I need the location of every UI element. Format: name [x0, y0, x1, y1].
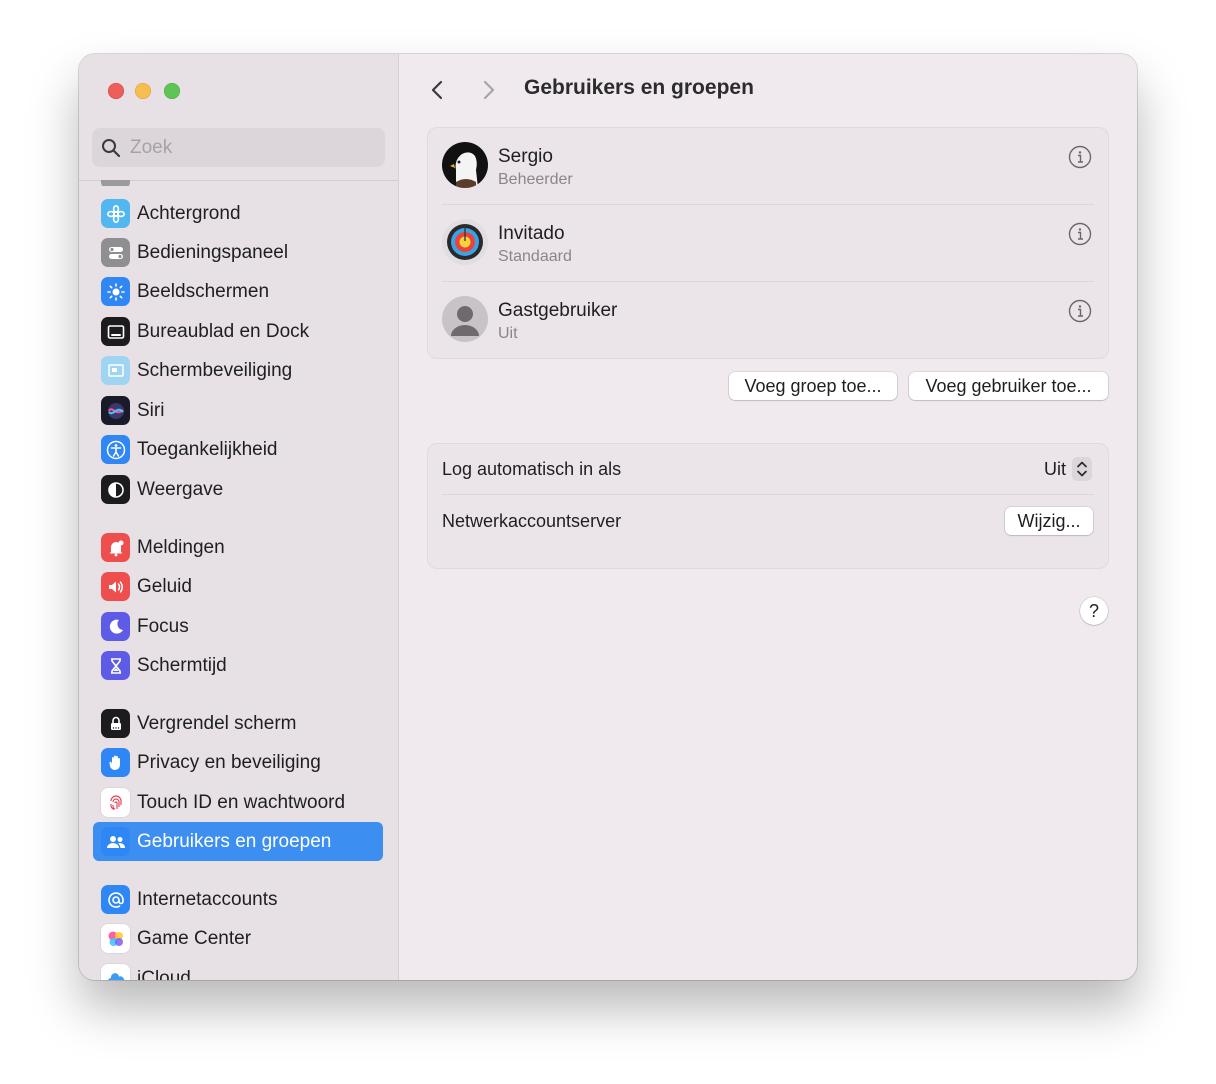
- appearance-icon: [101, 475, 130, 504]
- sidebar-item-geluid[interactable]: Geluid: [93, 567, 383, 606]
- search-icon: [102, 139, 121, 158]
- sidebar-item-beeldschermen[interactable]: Beeldschermen: [93, 272, 383, 311]
- auto-login-popup[interactable]: Uit: [1044, 456, 1092, 482]
- change-server-button[interactable]: Wijzig...: [1005, 507, 1093, 535]
- sidebar-item-label: Game Center: [137, 927, 252, 949]
- sidebar-item-label: Toegankelijkheid: [137, 438, 278, 460]
- screen-saver-icon: [101, 356, 130, 385]
- at-sign-icon: [101, 885, 130, 914]
- sidebar-item-label: Siri: [137, 399, 165, 421]
- hourglass-icon: [101, 651, 130, 680]
- sidebar-item-bedieningspaneel[interactable]: Bedieningspaneel: [93, 233, 383, 272]
- sidebar-item-label: Vergrendel scherm: [137, 712, 297, 734]
- minimize-window-button[interactable]: [135, 83, 151, 99]
- sidebar-item-game-center[interactable]: Game Center: [93, 919, 383, 958]
- game-center-icon: [101, 924, 130, 953]
- person-silhouette-avatar: [442, 296, 488, 342]
- sidebar-item-label: Bureaublad en Dock: [137, 320, 310, 342]
- user-name: Invitado: [498, 223, 565, 244]
- sidebar-item-label: Beeldschermen: [137, 280, 270, 302]
- sidebar-item-schermtijd[interactable]: Schermtijd: [93, 646, 383, 685]
- network-server-label: Netwerkaccountserver: [442, 511, 622, 531]
- sidebar-item-gebruikers-groepen[interactable]: Gebruikers en groepen: [93, 822, 383, 861]
- sidebar-item-internetaccounts[interactable]: Internetaccounts: [93, 880, 383, 919]
- search-field[interactable]: Zoek: [92, 128, 385, 167]
- user-row-invitado[interactable]: Invitado Standaard: [428, 205, 1108, 282]
- siri-icon: [101, 396, 130, 425]
- sidebar-item-label: Privacy en beveiliging: [137, 751, 321, 773]
- maximize-window-button[interactable]: [164, 83, 180, 99]
- displays-icon: [101, 277, 130, 306]
- icloud-icon: [101, 964, 130, 980]
- sidebar-item-label: Meldingen: [137, 536, 225, 558]
- user-row-gastgebruiker[interactable]: Gastgebruiker Uit: [428, 282, 1108, 359]
- sidebar-item-toegankelijkheid[interactable]: Toegankelijkheid: [93, 430, 383, 469]
- sidebar-item-label: Weergave: [137, 478, 224, 500]
- search-placeholder: Zoek: [130, 137, 173, 158]
- auto-login-label: Log automatisch in als: [442, 459, 622, 479]
- user-row-sergio[interactable]: Sergio Beheerder: [428, 128, 1108, 205]
- forward-arrow-icon[interactable]: [477, 78, 499, 102]
- add-group-button[interactable]: Voeg groep toe...: [729, 372, 897, 400]
- sidebar-item-schermbeveiliging[interactable]: Schermbeveiliging: [93, 351, 383, 390]
- sidebar-item-touch-id[interactable]: Touch ID en wachtwoord: [93, 783, 383, 822]
- auto-login-value: Uit: [1044, 458, 1066, 479]
- user-name: Gastgebruiker: [498, 300, 618, 321]
- lock-screen-icon: [101, 709, 130, 738]
- user-role: Standaard: [498, 248, 572, 265]
- sidebar-item-label: Bedieningspaneel: [137, 241, 289, 263]
- users-list: Sergio Beheerder Invitado Standaard Gast…: [427, 127, 1109, 359]
- sidebar-item-meldingen[interactable]: Meldingen: [93, 528, 383, 567]
- page-title: Gebruikers en groepen: [524, 76, 754, 99]
- desktop-dock-icon: [101, 317, 130, 346]
- sidebar-item-focus[interactable]: Focus: [93, 607, 383, 646]
- sidebar-item-label: Touch ID en wachtwoord: [137, 791, 346, 813]
- notifications-icon: [101, 533, 130, 562]
- sidebar-item-achtergrond[interactable]: Achtergrond: [93, 194, 383, 233]
- sidebar-item-icloud[interactable]: iCloud: [93, 959, 383, 980]
- sidebar-item-label: Achtergrond: [137, 202, 241, 224]
- eagle-avatar: [442, 142, 488, 188]
- sidebar-item-label: Focus: [137, 615, 189, 637]
- sidebar: Zoek Achtergrond Bedieningspaneel Beelds…: [79, 54, 399, 980]
- sidebar-item-label: iCloud: [137, 968, 191, 980]
- sidebar-item-vergrendel-scherm[interactable]: Vergrendel scherm: [93, 704, 383, 743]
- sidebar-item-privacy[interactable]: Privacy en beveiliging: [93, 743, 383, 782]
- target-avatar: [442, 219, 488, 265]
- sidebar-item-label: Geluid: [137, 575, 192, 597]
- row-divider: [442, 494, 1094, 495]
- user-name: Sergio: [498, 146, 553, 167]
- users-icon: [101, 827, 130, 856]
- chevron-up-down-icon: [1072, 457, 1092, 481]
- sidebar-item-bureaublad-dock[interactable]: Bureaublad en Dock: [93, 312, 383, 351]
- login-settings-panel: Log automatisch in als Uit Netwerkaccoun…: [427, 443, 1109, 569]
- help-button[interactable]: ?: [1080, 597, 1108, 625]
- sidebar-item-weergave[interactable]: Weergave: [93, 470, 383, 509]
- user-role: Beheerder: [498, 171, 573, 188]
- info-icon[interactable]: [1068, 145, 1092, 169]
- settings-window: Zoek Achtergrond Bedieningspaneel Beelds…: [79, 54, 1137, 980]
- user-role: Uit: [498, 325, 518, 342]
- add-user-button[interactable]: Voeg gebruiker toe...: [909, 372, 1108, 400]
- sidebar-item-label: Internetaccounts: [137, 888, 278, 910]
- focus-moon-icon: [101, 612, 130, 641]
- info-icon[interactable]: [1068, 299, 1092, 323]
- wallpaper-icon: [101, 199, 130, 228]
- accessibility-icon: [101, 435, 130, 464]
- privacy-hand-icon: [101, 748, 130, 777]
- close-window-button[interactable]: [108, 83, 124, 99]
- sidebar-item-siri[interactable]: Siri: [93, 391, 383, 430]
- info-icon[interactable]: [1068, 222, 1092, 246]
- control-center-icon: [101, 238, 130, 267]
- sound-icon: [101, 572, 130, 601]
- sidebar-item-label: Schermbeveiliging: [137, 359, 293, 381]
- fingerprint-icon: [101, 788, 130, 817]
- back-arrow-icon[interactable]: [427, 78, 449, 102]
- sidebar-item-label: Gebruikers en groepen: [137, 830, 332, 852]
- sidebar-item-label: Schermtijd: [137, 654, 227, 676]
